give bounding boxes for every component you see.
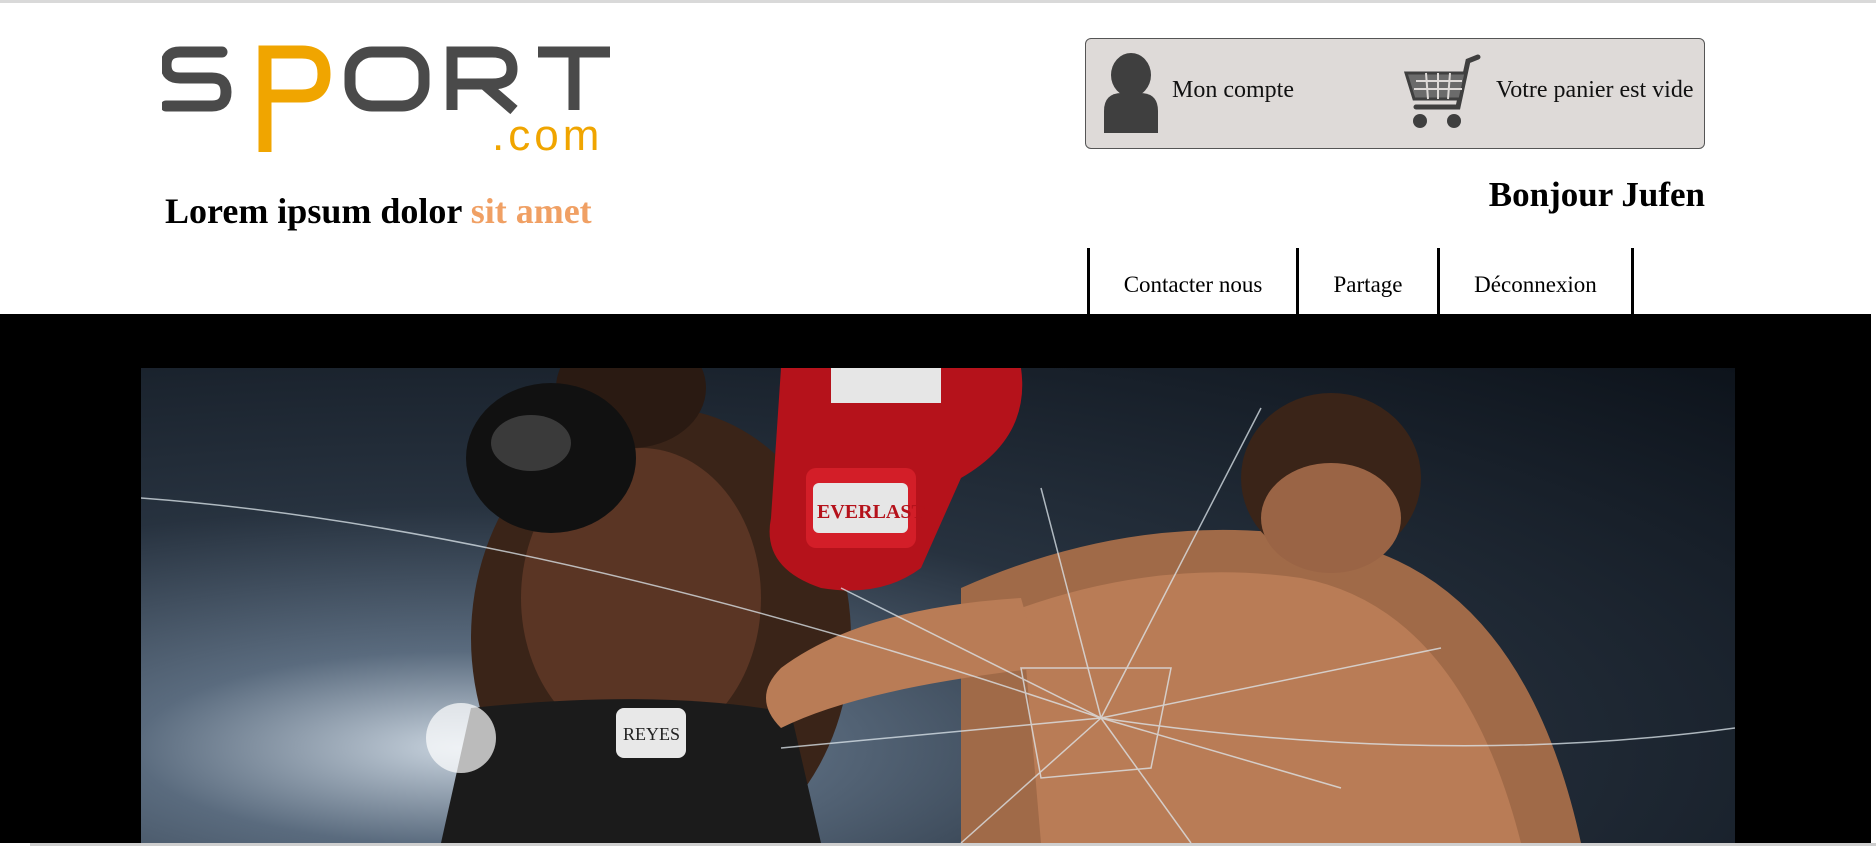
boxing-hero-image: REYES EVERLAST [141,368,1735,843]
cart-status[interactable]: Votre panier est vide [1496,77,1694,104]
glove-brand: EVERLAST [817,501,925,523]
logo-suffix: .com [492,111,603,160]
nav-logout[interactable]: Déconnexion [1437,248,1634,314]
top-rule [0,0,1876,3]
site-logo[interactable]: .com [162,40,662,160]
shorts-label: REYES [623,724,680,744]
tagline-main: Lorem ipsum dolor [165,191,471,231]
tagline-accent: sit amet [470,191,592,231]
account-cart-panel: Mon compte Votre panier est vide [1085,38,1705,149]
nav-contact[interactable]: Contacter nous [1087,248,1296,314]
user-icon[interactable] [1102,53,1160,138]
shopping-cart-icon[interactable] [1402,53,1482,138]
account-link[interactable]: Mon compte [1172,77,1294,104]
main-nav: Contacter nous Partage Déconnexion [1087,248,1634,314]
tagline: Lorem ipsum dolor sit amet [165,190,592,232]
nav-share[interactable]: Partage [1296,248,1437,314]
hero-banner: REYES EVERLAST [0,314,1871,843]
user-greeting: Bonjour Jufen [1488,175,1705,214]
